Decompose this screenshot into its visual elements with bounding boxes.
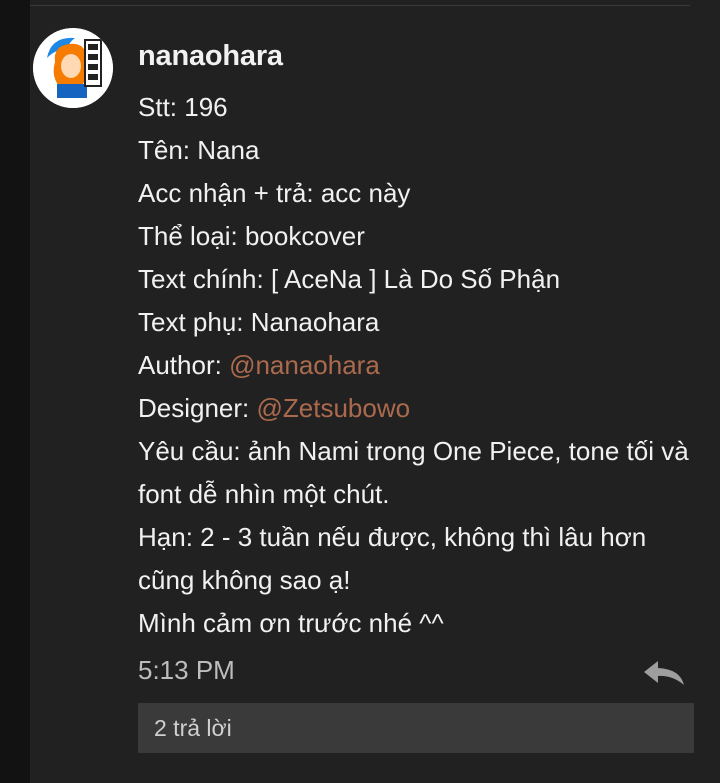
post-body: Stt: 196 Tên: Nana Acc nhận + trả: acc n…: [138, 86, 708, 645]
line-cam-on: Mình cảm ơn trước nhé ^^: [138, 608, 444, 638]
line-designer: Designer: @Zetsubowo: [138, 387, 708, 430]
line-yeu-cau: Yêu cầu: ảnh Nami trong One Piece, tone …: [138, 436, 689, 509]
username[interactable]: nanaohara: [138, 40, 283, 73]
line-ten: Tên: Nana: [138, 135, 260, 165]
line-stt: Stt: 196: [138, 92, 228, 122]
replies-button[interactable]: 2 trả lời: [138, 703, 694, 753]
designer-mention-link[interactable]: @Zetsubowo: [257, 393, 411, 423]
post-timestamp: 5:13 PM: [138, 655, 235, 685]
replies-label: 2 trả lời: [154, 715, 232, 741]
top-divider: [30, 5, 690, 6]
line-text-phu: Text phụ: Nanaohara: [138, 307, 380, 337]
designer-label: Designer:: [138, 393, 257, 423]
line-text-chinh: Text chính: [ AceNa ] Là Do Số Phận: [138, 264, 561, 294]
line-the-loai: Thể loại: bookcover: [138, 221, 365, 251]
line-han: Hạn: 2 - 3 tuần nếu được, không thì lâu …: [138, 522, 647, 595]
line-author: Author: @nanaohara: [138, 344, 708, 387]
reply-arrow-icon[interactable]: [642, 659, 686, 687]
post-card: nanaohara Stt: 196 Tên: Nana Acc nhận + …: [30, 0, 720, 783]
avatar[interactable]: [33, 28, 113, 108]
author-label: Author:: [138, 350, 230, 380]
author-mention-link[interactable]: @nanaohara: [229, 350, 380, 380]
line-acc: Acc nhận + trả: acc này: [138, 178, 411, 208]
avatar-illustration: [33, 28, 113, 108]
